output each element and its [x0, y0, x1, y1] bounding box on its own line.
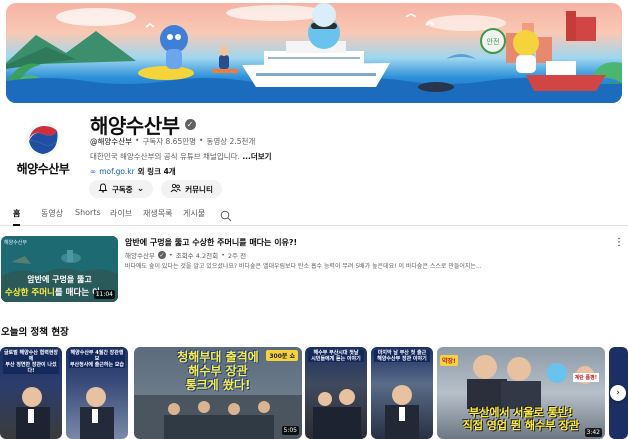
chevron-down-icon: ⌄ — [136, 184, 145, 194]
safety-badge: 안전 — [487, 37, 500, 46]
channel-avatar[interactable]: 해양수산부 — [10, 116, 76, 182]
verified-icon: ✓ — [157, 251, 166, 259]
shelf-video-card[interactable]: 마지막 날 부산 첫 출근 해양수산부 장관 이야기 — [371, 347, 433, 439]
card-badge: 약장! — [440, 355, 458, 366]
shelf-video-card[interactable]: 약장! 계란 품평! 부산에서 서울로 통반! 직접 영업 뛴 해수부 장관 3… — [437, 347, 605, 439]
channel-link[interactable]: mof.go.kr — [99, 167, 134, 176]
channel-description[interactable]: 대한민국 해양수산부의 공식 유튜브 채널입니다. ...더보기 — [90, 151, 272, 162]
section-title: 오늘의 정책 현장 — [1, 327, 69, 338]
tab-videos[interactable]: 동영상 — [41, 208, 63, 226]
video-duration: 3:42 — [584, 428, 602, 437]
card-caption: 청해부대 출격에 해수부 장관 통크게 쐈다! — [177, 350, 259, 392]
verified-icon: ✓ — [184, 119, 196, 130]
government-emblem-icon — [26, 122, 60, 156]
subscriber-count: 구독자 8.65만명 — [142, 137, 197, 146]
channel-title-row: 해양수산부 ✓ — [90, 110, 196, 139]
video-duration: 11:04 — [93, 290, 115, 299]
banner-illustration: 안전 — [6, 3, 622, 103]
featured-channel-name[interactable]: 해양수산부 — [125, 250, 155, 260]
shelf-video-card[interactable]: 해양수산부 4월간 장관행보 부산청사에 출근하는 모습 — [66, 347, 128, 439]
card-badge: 300분 쇼 — [266, 350, 298, 361]
channel-links: ∞ mof.go.kr 외 링크 4개 — [90, 166, 176, 177]
card-caption: 부산에서 서울로 통반! 직접 영업 뛴 해수부 장관 — [462, 406, 580, 432]
meta-separator: • — [221, 251, 225, 259]
community-label: 커뮤니티 — [185, 184, 213, 194]
shelf-video-card[interactable]: 해수부 부산시대 첫날 시민들에게 듣는 이야기 — [305, 347, 367, 439]
description-text: 대한민국 해양수산부의 공식 유튜브 채널입니다. — [90, 152, 240, 161]
more-actions-icon[interactable]: ⋮ — [614, 237, 624, 248]
channel-title: 해양수산부 — [90, 114, 180, 138]
card-badge: 계란 품평! — [572, 373, 599, 382]
video-count: 동영상 2.5천개 — [206, 137, 256, 146]
card-image — [80, 387, 114, 439]
meta-separator: • — [168, 251, 173, 259]
tab-live[interactable]: 라이브 — [110, 208, 132, 226]
channel-actions: 구독중 ⌄ 커뮤니티 — [89, 180, 222, 198]
featured-age: 2주 전 — [227, 252, 247, 260]
subscribed-button[interactable]: 구독중 ⌄ — [89, 180, 154, 198]
video-shelf: 글로벌 해양수산 협력현장에 부산 정연만 장관이 나섰다! 해양수산부 4월간… — [0, 347, 628, 439]
channel-tabs: 홈 동영상 Shorts 라이브 재생목록 게시물 — [0, 204, 628, 226]
avatar-label: 해양수산부 — [16, 161, 70, 176]
channel-handle: @해양수산부 — [90, 137, 132, 146]
tab-home[interactable]: 홈 — [13, 208, 21, 226]
card-image — [313, 389, 361, 439]
subscribed-label: 구독중 — [112, 184, 133, 194]
featured-video-meta: 해양수산부 ✓ • 조회수 4.2천회 • 2주 전 — [125, 250, 246, 260]
channel-banner: 안전 — [6, 3, 622, 103]
tab-playlists[interactable]: 재생목록 — [143, 208, 172, 226]
thumbnail-caption-highlight: 수상한 주머니 — [5, 288, 55, 298]
chevron-right-icon[interactable]: › — [610, 385, 626, 401]
card-image — [16, 387, 50, 439]
more-links-button[interactable]: 외 링크 4개 — [138, 166, 176, 177]
channel-meta: @해양수산부 • 구독자 8.65만명 • 동영상 2.5천개 — [90, 136, 255, 147]
more-button[interactable]: ...더보기 — [242, 152, 271, 161]
thumbnail-caption-line2: 수상한 주머니를 매다는 이 — [5, 286, 100, 298]
tab-shorts[interactable]: Shorts — [75, 208, 101, 226]
video-duration: 5:05 — [281, 426, 299, 435]
thumbnail-caption-line1: 암반에 구멍을 뚫고 — [27, 275, 92, 284]
card-image — [385, 385, 419, 439]
thumbnail-logo: 해양수산부 — [4, 240, 28, 246]
meta-separator: • — [199, 136, 204, 145]
meta-separator: • — [135, 136, 140, 145]
shelf-video-card[interactable]: 청해부대 출격에 해수부 장관 통크게 쐈다! 300분 쇼 5:05 — [134, 347, 302, 439]
community-button[interactable]: 커뮤니티 — [161, 180, 222, 198]
featured-video-title[interactable]: 암반에 구멍을 뚫고 수상한 주머니를 매다는 이유?! — [125, 237, 297, 248]
bell-icon — [98, 183, 108, 196]
featured-video-thumbnail[interactable]: 해양수산부 암반에 구멍을 뚫고 수상한 주머니를 매다는 이 11:04 — [1, 236, 118, 302]
featured-views: 조회수 4.2천회 — [175, 252, 219, 260]
featured-video-description: 바다에도 숲이 있다는 것을 알고 있으셨나요? 바다숲은 엘대우림보다 탄소 … — [125, 263, 482, 270]
community-icon — [170, 183, 182, 196]
link-icon: ∞ — [90, 167, 97, 176]
shelf-video-card[interactable]: 글로벌 해양수산 협력현장에 부산 정연만 장관이 나섰다! — [0, 347, 62, 439]
search-icon[interactable] — [220, 207, 232, 222]
tab-posts[interactable]: 게시물 — [183, 208, 205, 226]
